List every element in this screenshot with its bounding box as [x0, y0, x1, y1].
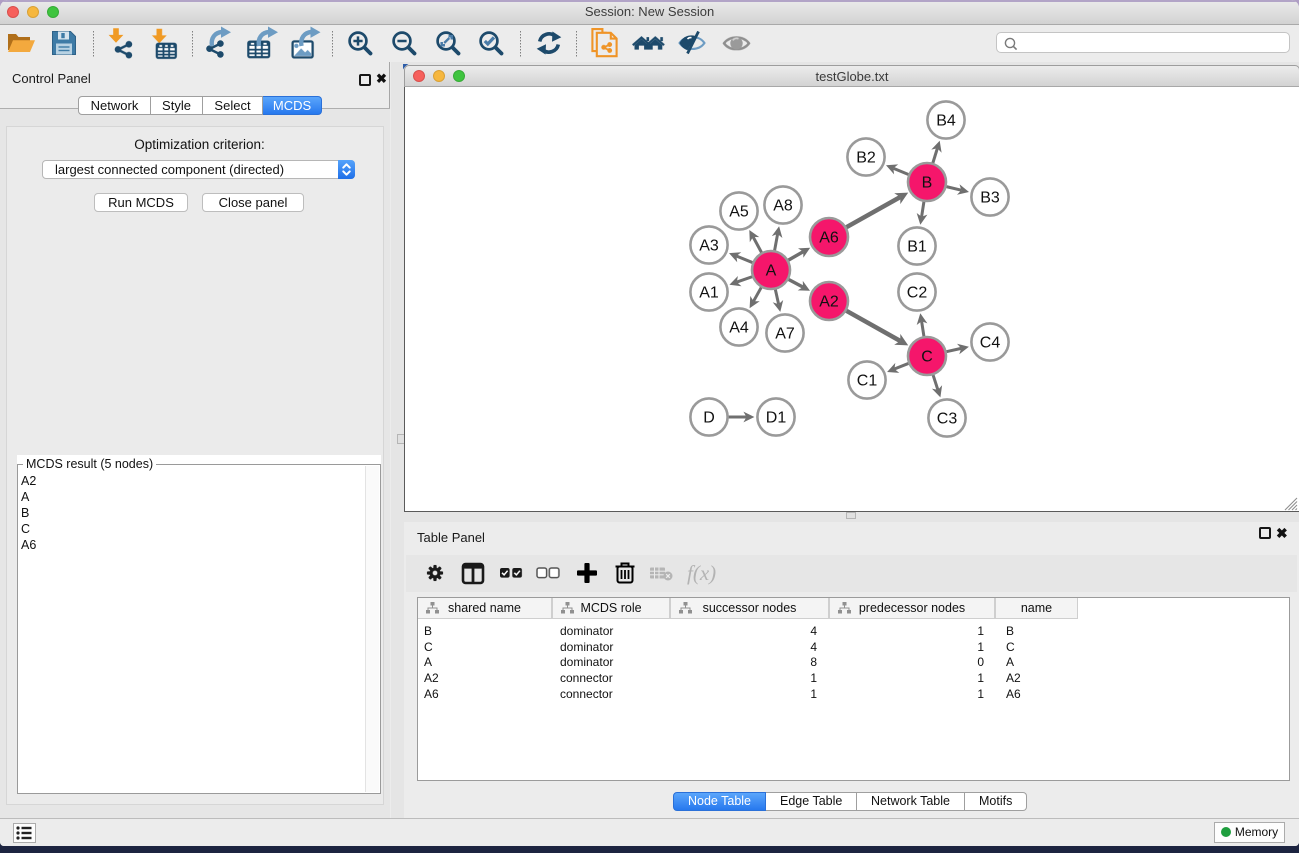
svg-text:C4: C4 [980, 335, 1001, 352]
svg-text:A2: A2 [819, 294, 839, 311]
svg-text:B1: B1 [907, 239, 927, 256]
svg-text:D1: D1 [766, 410, 787, 427]
svg-text:A4: A4 [729, 320, 749, 337]
svg-text:C1: C1 [857, 373, 878, 390]
svg-text:A3: A3 [699, 238, 719, 255]
svg-text:D: D [703, 410, 715, 427]
svg-text:C: C [921, 349, 933, 366]
svg-text:B3: B3 [980, 190, 1000, 207]
svg-text:A6: A6 [819, 230, 839, 247]
svg-text:A7: A7 [775, 326, 795, 343]
svg-text:A: A [766, 263, 777, 280]
svg-text:A5: A5 [729, 204, 749, 221]
svg-text:B4: B4 [936, 113, 956, 130]
svg-text:B: B [922, 175, 933, 192]
svg-text:B2: B2 [856, 150, 876, 167]
svg-text:C3: C3 [937, 411, 958, 428]
svg-text:C2: C2 [907, 285, 928, 302]
svg-text:f(x): f(x) [687, 561, 716, 585]
svg-text:A1: A1 [699, 285, 719, 302]
svg-text:A8: A8 [773, 198, 793, 215]
